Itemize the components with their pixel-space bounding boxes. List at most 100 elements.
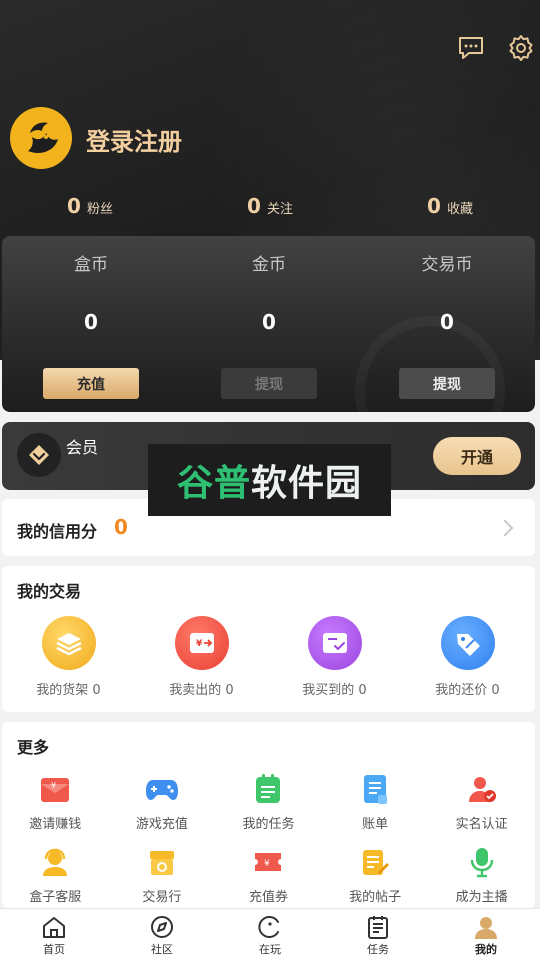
watermark-text-1: 谷普 bbox=[177, 454, 251, 506]
more-grid: ¥ 邀请赚钱 游戏充值 我的任务 账单 实名认证 盒子客服 交易行 ¥ 充值券 … bbox=[2, 772, 535, 918]
more-item-label: 账单 bbox=[362, 817, 389, 832]
wallet-trade-coin: 交易币 0 提现 bbox=[358, 236, 535, 412]
more-item-label: 成为主播 bbox=[455, 890, 508, 905]
microphone-icon bbox=[465, 845, 499, 879]
withdraw-trade-button[interactable]: 提现 bbox=[399, 368, 495, 399]
task-clipboard-icon bbox=[251, 772, 285, 806]
wallet-card: 盒币 0 充值 金币 0 提现 交易币 0 提现 bbox=[2, 236, 535, 412]
wallet-value: 0 bbox=[262, 310, 276, 334]
stat-label: 收藏 bbox=[446, 202, 473, 217]
compass-icon bbox=[151, 916, 173, 938]
bought-icon bbox=[307, 616, 362, 670]
more-item-label: 充值券 bbox=[248, 890, 288, 905]
header-actions bbox=[456, 33, 536, 63]
tab-mine[interactable]: 我的 bbox=[432, 909, 540, 960]
more-item-bill[interactable]: 账单 bbox=[322, 772, 429, 845]
more-item-label: 游戏充值 bbox=[135, 817, 188, 832]
post-edit-icon bbox=[358, 845, 392, 879]
more-item-label: 盒子客服 bbox=[29, 890, 82, 905]
wallet-box-coin: 盒币 0 充值 bbox=[2, 236, 180, 412]
stat-favorites[interactable]: 0 收藏 bbox=[360, 194, 540, 218]
login-register-link[interactable]: 登录注册 bbox=[86, 122, 182, 157]
trade-item-sold[interactable]: ¥ 我卖出的 0 bbox=[135, 616, 268, 698]
activate-member-button[interactable]: 开通 bbox=[433, 437, 521, 475]
watermark-text-2: 软件园 bbox=[251, 454, 362, 506]
section-title: 更多 bbox=[17, 738, 50, 757]
avatar[interactable] bbox=[10, 107, 72, 169]
price-tag-icon bbox=[440, 616, 495, 670]
wallet-gold-coin: 金币 0 提现 bbox=[180, 236, 358, 412]
trade-item-label: 我买到的 0 bbox=[302, 683, 367, 698]
stat-value: 0 bbox=[427, 194, 441, 218]
trade-item-bargain[interactable]: 我的还价 0 bbox=[401, 616, 534, 698]
my-trades-section: 我的交易 我的货架 0 ¥ 我卖出的 0 我买到的 0 我的还价 0 bbox=[2, 566, 535, 712]
tab-label: 社区 bbox=[151, 943, 173, 956]
invite-envelope-icon: ¥ bbox=[38, 772, 72, 806]
stat-following[interactable]: 0 关注 bbox=[180, 194, 360, 218]
diamond-icon bbox=[17, 433, 61, 477]
bill-icon bbox=[358, 772, 392, 806]
tab-home[interactable]: 首页 bbox=[0, 909, 108, 960]
settings-gear-icon[interactable] bbox=[506, 33, 536, 63]
profile-icon bbox=[475, 917, 497, 939]
trade-item-bought[interactable]: 我买到的 0 bbox=[268, 616, 401, 698]
svg-text:¥: ¥ bbox=[51, 781, 56, 790]
stats-row: 0 粉丝 0 关注 0 收藏 bbox=[0, 194, 540, 218]
wallet-title: 金币 bbox=[252, 255, 286, 275]
svg-text:¥: ¥ bbox=[264, 859, 270, 869]
section-title: 我的交易 bbox=[17, 582, 82, 601]
playing-icon bbox=[258, 916, 279, 938]
trade-item-label: 我卖出的 0 bbox=[169, 683, 234, 698]
tab-playing[interactable]: 在玩 bbox=[216, 909, 324, 960]
layers-icon bbox=[41, 616, 96, 670]
credit-label: 我的信用分 bbox=[17, 522, 98, 541]
home-icon bbox=[43, 917, 65, 938]
sold-icon: ¥ bbox=[174, 616, 229, 670]
wallet-title: 交易币 bbox=[421, 255, 473, 275]
tab-label: 首页 bbox=[43, 943, 65, 956]
trade-item-label: 我的货架 0 bbox=[36, 683, 101, 698]
trade-items: 我的货架 0 ¥ 我卖出的 0 我买到的 0 我的还价 0 bbox=[2, 616, 535, 698]
gamepad-icon bbox=[145, 772, 179, 806]
more-item-label: 实名认证 bbox=[455, 817, 508, 832]
more-item-invite[interactable]: ¥ 邀请赚钱 bbox=[2, 772, 109, 845]
wallet-title: 盒币 bbox=[74, 255, 108, 275]
more-item-my-tasks[interactable]: 我的任务 bbox=[215, 772, 322, 845]
withdraw-gold-button[interactable]: 提现 bbox=[221, 368, 317, 399]
trade-item-label: 我的还价 0 bbox=[435, 683, 500, 698]
more-item-label: 我的帖子 bbox=[349, 890, 402, 905]
more-item-label: 我的任务 bbox=[242, 817, 295, 832]
wallet-value: 0 bbox=[84, 310, 98, 334]
more-item-label: 邀请赚钱 bbox=[29, 817, 82, 832]
wallet-value: 0 bbox=[440, 310, 454, 334]
chevron-right-icon bbox=[504, 520, 514, 536]
more-section: 更多 ¥ 邀请赚钱 游戏充值 我的任务 账单 实名认证 盒子客服 交易行 ¥ 充… bbox=[2, 722, 535, 908]
watermark: 谷普 软件园 bbox=[148, 444, 391, 516]
shop-icon bbox=[145, 845, 179, 879]
tab-label: 在玩 bbox=[259, 943, 281, 956]
tab-label: 任务 bbox=[367, 943, 389, 956]
tab-tasks[interactable]: 任务 bbox=[324, 909, 432, 960]
tab-label: 我的 bbox=[475, 943, 497, 956]
tab-community[interactable]: 社区 bbox=[108, 909, 216, 960]
recharge-button[interactable]: 充值 bbox=[43, 368, 139, 399]
more-item-game-recharge[interactable]: 游戏充值 bbox=[109, 772, 216, 845]
stat-fans[interactable]: 0 粉丝 bbox=[0, 194, 180, 218]
credit-value: 0 bbox=[114, 515, 128, 539]
dragon-logo-icon bbox=[28, 122, 58, 153]
task-list-icon bbox=[368, 916, 388, 939]
stat-value: 0 bbox=[67, 194, 81, 218]
bottom-tab-bar: 首页 社区 在玩 任务 我的 bbox=[0, 908, 540, 960]
stat-value: 0 bbox=[247, 194, 261, 218]
coupon-icon: ¥ bbox=[251, 845, 285, 879]
message-icon[interactable] bbox=[456, 33, 486, 63]
more-item-real-name[interactable]: 实名认证 bbox=[428, 772, 535, 845]
customer-service-icon bbox=[38, 845, 72, 879]
stat-label: 粉丝 bbox=[86, 202, 113, 217]
verify-user-icon bbox=[465, 772, 499, 806]
trade-item-shelf[interactable]: 我的货架 0 bbox=[2, 616, 135, 698]
svg-text:¥: ¥ bbox=[196, 639, 203, 649]
member-label: 会员 bbox=[66, 438, 99, 457]
stat-label: 关注 bbox=[266, 202, 293, 217]
more-item-label: 交易行 bbox=[142, 890, 182, 905]
